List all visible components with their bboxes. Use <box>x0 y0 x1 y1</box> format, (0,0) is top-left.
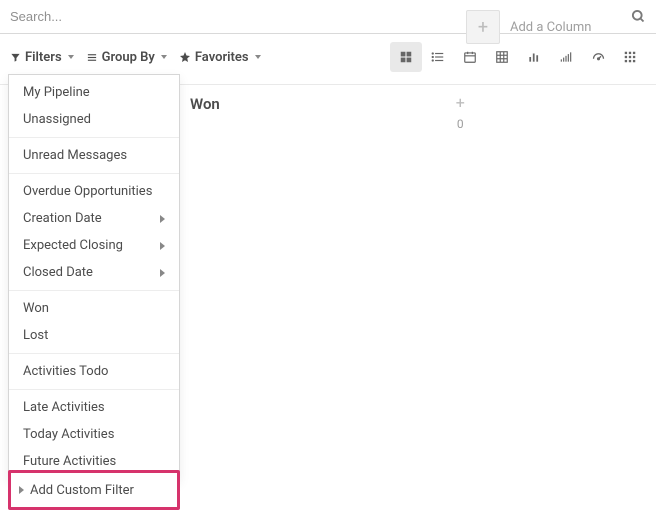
caret-down-icon <box>161 55 167 59</box>
view-calendar-button[interactable] <box>454 42 486 72</box>
favorites-label: Favorites <box>195 50 249 65</box>
view-cohort-button[interactable] <box>550 42 582 72</box>
view-list-button[interactable] <box>422 42 454 72</box>
search-icon[interactable] <box>631 9 646 24</box>
filter-icon <box>10 52 21 63</box>
chevron-right-icon <box>19 486 24 494</box>
view-pivot-button[interactable] <box>486 42 518 72</box>
view-graph-bar-button[interactable] <box>518 42 550 72</box>
chevron-right-icon <box>160 242 165 250</box>
filter-item-late-activities[interactable]: Late Activities <box>9 394 179 421</box>
favorites-button[interactable]: Favorites <box>179 50 261 65</box>
filter-item-today-activities[interactable]: Today Activities <box>9 421 179 448</box>
chevron-right-icon <box>160 215 165 223</box>
caret-down-icon <box>255 55 261 59</box>
view-activity-button[interactable] <box>614 42 646 72</box>
add-column-label[interactable]: Add a Column <box>510 20 591 35</box>
column-title: Won <box>190 95 220 113</box>
add-custom-filter-label: Add Custom Filter <box>30 483 134 498</box>
add-column-button[interactable]: + <box>466 10 500 44</box>
view-kanban-button[interactable] <box>390 42 422 72</box>
chevron-right-icon <box>160 269 165 277</box>
caret-down-icon <box>68 55 74 59</box>
add-custom-filter-button[interactable]: Add Custom Filter <box>11 473 177 507</box>
kanban-column: Won + 0 <box>190 95 220 113</box>
filter-item-activities-todo[interactable]: Activities Todo <box>9 358 179 385</box>
list-icon <box>86 52 98 63</box>
column-count: 0 <box>457 117 464 131</box>
star-icon <box>179 51 191 63</box>
filter-item-won[interactable]: Won <box>9 295 179 322</box>
filter-item-closed-date[interactable]: Closed Date <box>9 259 179 286</box>
filters-label: Filters <box>25 50 62 65</box>
filter-item-overdue-opportunities[interactable]: Overdue Opportunities <box>9 178 179 205</box>
add-custom-filter-highlight: Add Custom Filter <box>8 470 180 510</box>
groupby-button[interactable]: Group By <box>86 50 167 65</box>
filter-item-creation-date[interactable]: Creation Date <box>9 205 179 232</box>
view-switcher <box>390 42 646 72</box>
view-dashboard-button[interactable] <box>582 42 614 72</box>
column-quick-add-button[interactable]: + <box>456 95 465 111</box>
groupby-label: Group By <box>102 50 155 65</box>
filters-dropdown: My Pipeline Unassigned Unread Messages O… <box>8 74 180 480</box>
filter-item-my-pipeline[interactable]: My Pipeline <box>9 79 179 106</box>
filter-item-lost[interactable]: Lost <box>9 322 179 349</box>
filter-item-unassigned[interactable]: Unassigned <box>9 106 179 133</box>
filter-item-expected-closing[interactable]: Expected Closing <box>9 232 179 259</box>
filter-item-unread-messages[interactable]: Unread Messages <box>9 142 179 169</box>
filters-button[interactable]: Filters <box>10 50 74 65</box>
